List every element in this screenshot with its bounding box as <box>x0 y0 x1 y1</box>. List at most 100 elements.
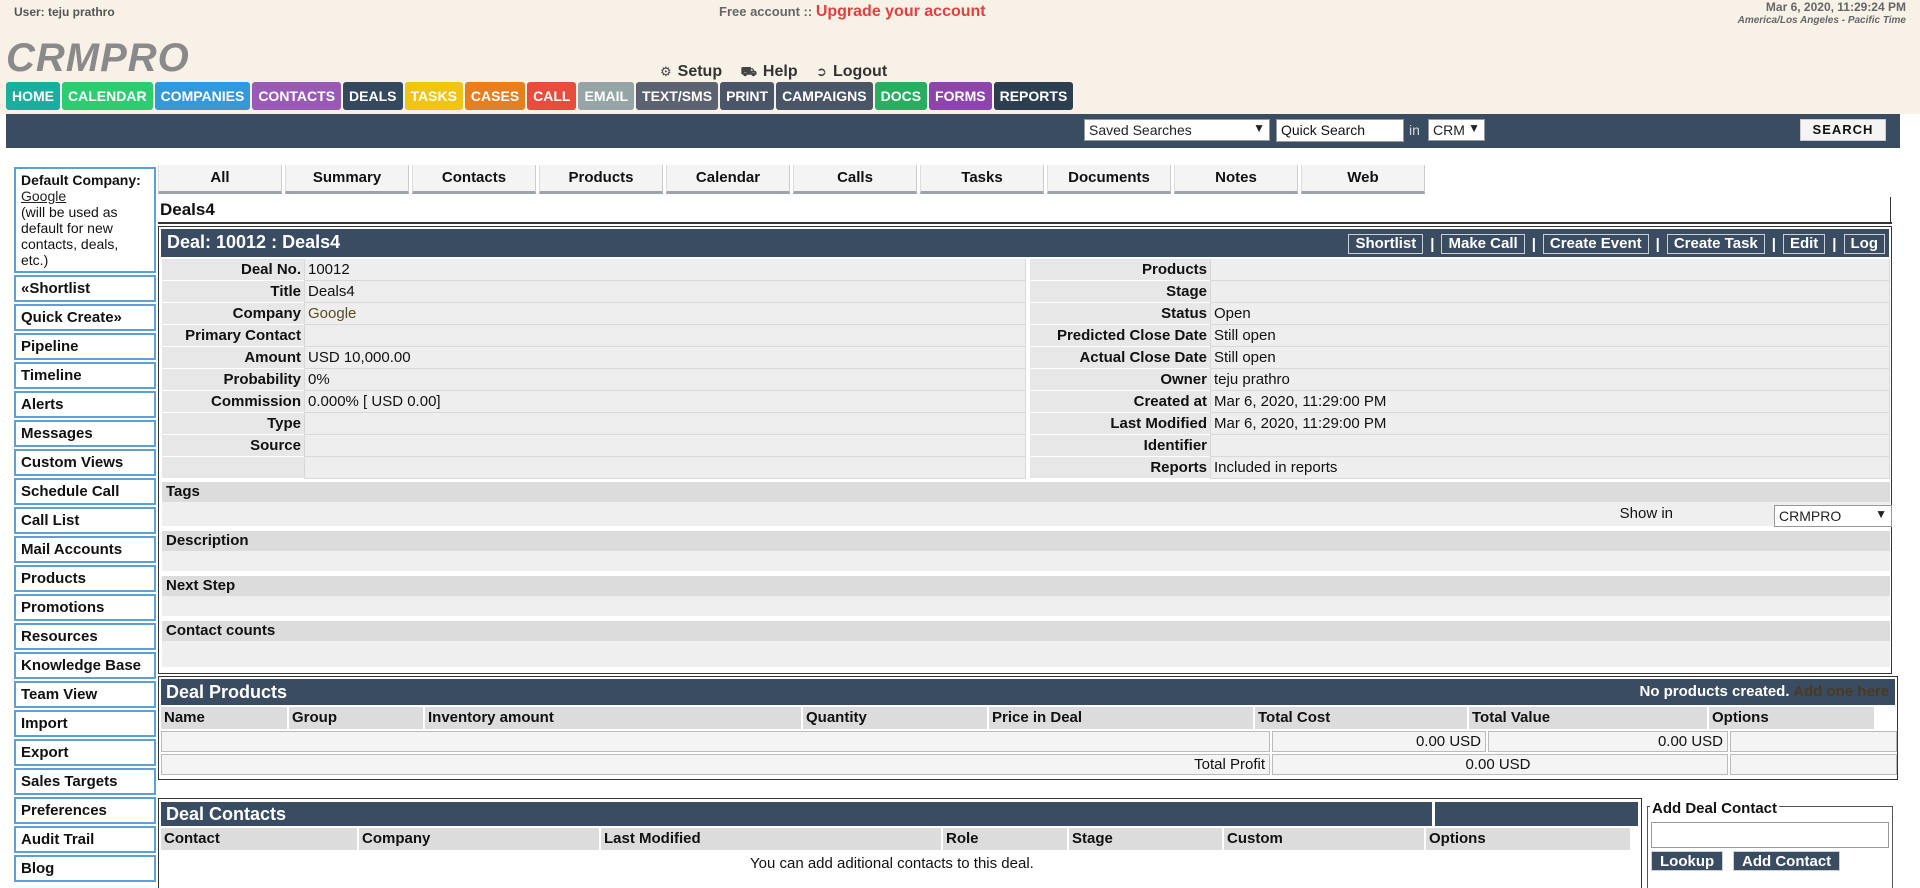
quick-search-input[interactable]: Quick Search <box>1276 119 1404 142</box>
nav-deals[interactable]: DEALS <box>343 82 403 110</box>
sidebar-item-sales-targets[interactable]: Sales Targets <box>14 768 156 795</box>
deal-products-title: Deal Products <box>166 682 288 702</box>
field-label: Source <box>162 435 304 457</box>
nav-calendar[interactable]: CALENDAR <box>62 82 153 110</box>
tab-calendar[interactable]: Calendar <box>666 165 790 194</box>
field-label: Actual Close Date <box>1030 347 1210 369</box>
tab-all[interactable]: All <box>158 165 282 194</box>
nav-print[interactable]: PRINT <box>720 82 775 110</box>
column-header-last-modified: Last Modified <box>601 828 943 850</box>
nav-call[interactable]: CALL <box>527 82 577 110</box>
field-row <box>162 457 1026 479</box>
nav-home[interactable]: HOME <box>6 82 60 110</box>
tab-calls[interactable]: Calls <box>793 165 917 194</box>
lookup-button[interactable]: Lookup <box>1651 851 1724 871</box>
create-event-button[interactable]: Create Event <box>1542 234 1649 254</box>
sidebar-item-schedule-call[interactable]: Schedule Call <box>14 478 156 505</box>
field-label: Identifier <box>1030 435 1210 457</box>
nav-contacts[interactable]: CONTACTS <box>252 82 342 110</box>
nav-companies[interactable]: COMPANIES <box>154 82 251 110</box>
tab-documents[interactable]: Documents <box>1047 165 1171 194</box>
sidebar-item-custom-views[interactable]: Custom Views <box>14 449 156 476</box>
add-contact-button[interactable]: Add Contact <box>1733 851 1841 871</box>
sidebar-item-pipeline[interactable]: Pipeline <box>14 333 156 360</box>
tab-contacts[interactable]: Contacts <box>412 165 536 194</box>
total-profit-label: Total Profit <box>161 754 1270 775</box>
nav-text-sms[interactable]: TEXT/SMS <box>636 82 719 110</box>
show-in-label: Show in <box>1619 505 1673 522</box>
upgrade-link[interactable]: Upgrade your account <box>816 3 986 20</box>
tab-web[interactable]: Web <box>1301 165 1425 194</box>
sidebar-item-shortlist[interactable]: «Shortlist <box>14 275 156 302</box>
default-company-link[interactable]: Google <box>21 188 66 204</box>
help-link[interactable]: Help <box>763 63 798 80</box>
add-deal-contact-title: Add Deal Contact <box>1650 800 1780 817</box>
field-row: Products <box>1030 259 1890 281</box>
nav-campaigns[interactable]: CAMPAIGNS <box>776 82 873 110</box>
contact-lookup-input[interactable] <box>1651 822 1889 848</box>
column-header-company: Company <box>359 828 601 850</box>
field-value <box>304 325 1026 347</box>
tab-summary[interactable]: Summary <box>285 165 409 194</box>
sidebar-item-import[interactable]: Import <box>14 710 156 737</box>
sidebar-item-mail-accounts[interactable]: Mail Accounts <box>14 536 156 563</box>
sidebar-item-quick-create[interactable]: Quick Create» <box>14 304 156 331</box>
next-step-area <box>162 596 1890 616</box>
sidebar-item-promotions[interactable]: Promotions <box>14 594 156 621</box>
user-label: User: teju prathro <box>14 5 115 19</box>
nav-email[interactable]: EMAIL <box>578 82 635 110</box>
default-company-box: Default Company: Google (will be used as… <box>14 167 156 273</box>
add-product-link[interactable]: Add one here <box>1793 683 1889 700</box>
nav-forms[interactable]: FORMS <box>929 82 992 110</box>
field-label: Last Modified <box>1030 413 1210 435</box>
sidebar-item-export[interactable]: Export <box>14 739 156 766</box>
sidebar-item-team-view[interactable]: Team View <box>14 681 156 708</box>
tab-notes[interactable]: Notes <box>1174 165 1298 194</box>
help-icon: ⛟ <box>740 64 757 79</box>
nav-reports[interactable]: REPORTS <box>993 82 1074 110</box>
default-company-note: (will be used as default for new contact… <box>21 204 119 268</box>
make-call-button[interactable]: Make Call <box>1441 234 1525 254</box>
saved-searches-select[interactable]: Saved Searches ▼ <box>1084 119 1270 141</box>
sidebar-item-messages[interactable]: Messages <box>14 420 156 447</box>
sidebar-item-audit-trail[interactable]: Audit Trail <box>14 826 156 853</box>
deal-contacts-panel: Deal Contacts Contact Company Last Modifie… <box>158 798 1642 888</box>
sidebar-item-call-list[interactable]: Call List <box>14 507 156 534</box>
search-button[interactable]: SEARCH <box>1800 119 1886 141</box>
field-row: Created at Mar 6, 2020, 11:29:00 PM <box>1030 391 1890 413</box>
sidebar-item-timeline[interactable]: Timeline <box>14 362 156 389</box>
contacts-column-headers: Contact Company Last Modified Role Stage Cust… <box>161 828 1632 850</box>
create-task-button[interactable]: Create Task <box>1666 234 1765 254</box>
tab-products[interactable]: Products <box>539 165 663 194</box>
nav-cases[interactable]: CASES <box>464 82 526 110</box>
field-label: Stage <box>1030 281 1210 303</box>
sidebar-item-knowledge-base[interactable]: Knowledge Base <box>14 652 156 679</box>
tab-tasks[interactable]: Tasks <box>920 165 1044 194</box>
sidebar-item-blog[interactable]: Blog <box>14 855 156 882</box>
show-in-select[interactable]: CRMPRO ▼ <box>1774 505 1892 527</box>
sidebar-item-resources[interactable]: Resources <box>14 623 156 650</box>
search-scope-select[interactable]: CRM ▼ <box>1428 119 1485 141</box>
setup-link[interactable]: Setup <box>678 63 722 80</box>
log-button[interactable]: Log <box>1843 234 1885 254</box>
field-row: Deal No. 10012 <box>162 259 1026 281</box>
logout-link[interactable]: Logout <box>833 63 887 80</box>
column-header-stage: Stage <box>1069 828 1224 850</box>
sidebar-item-alerts[interactable]: Alerts <box>14 391 156 418</box>
nav-docs[interactable]: DOCS <box>874 82 928 110</box>
column-header-role: Role <box>943 828 1069 850</box>
action-separator: | <box>1655 235 1660 253</box>
description-area <box>162 551 1890 571</box>
divider <box>1890 197 1891 224</box>
sidebar-item-products[interactable]: Products <box>14 565 156 592</box>
column-header-total-cost: Total Cost <box>1255 707 1469 729</box>
shortlist-button[interactable]: Shortlist <box>1348 234 1424 254</box>
contact-counts-area <box>162 641 1890 667</box>
chevron-down-icon: ▼ <box>1253 121 1265 135</box>
show-in-value: CRMPRO <box>1779 508 1842 524</box>
action-separator: | <box>1430 235 1435 253</box>
sidebar-item-preferences[interactable]: Preferences <box>14 797 156 824</box>
nav-tasks[interactable]: TASKS <box>404 82 463 110</box>
edit-button[interactable]: Edit <box>1782 234 1826 254</box>
chevron-down-icon: ▼ <box>1875 507 1887 521</box>
